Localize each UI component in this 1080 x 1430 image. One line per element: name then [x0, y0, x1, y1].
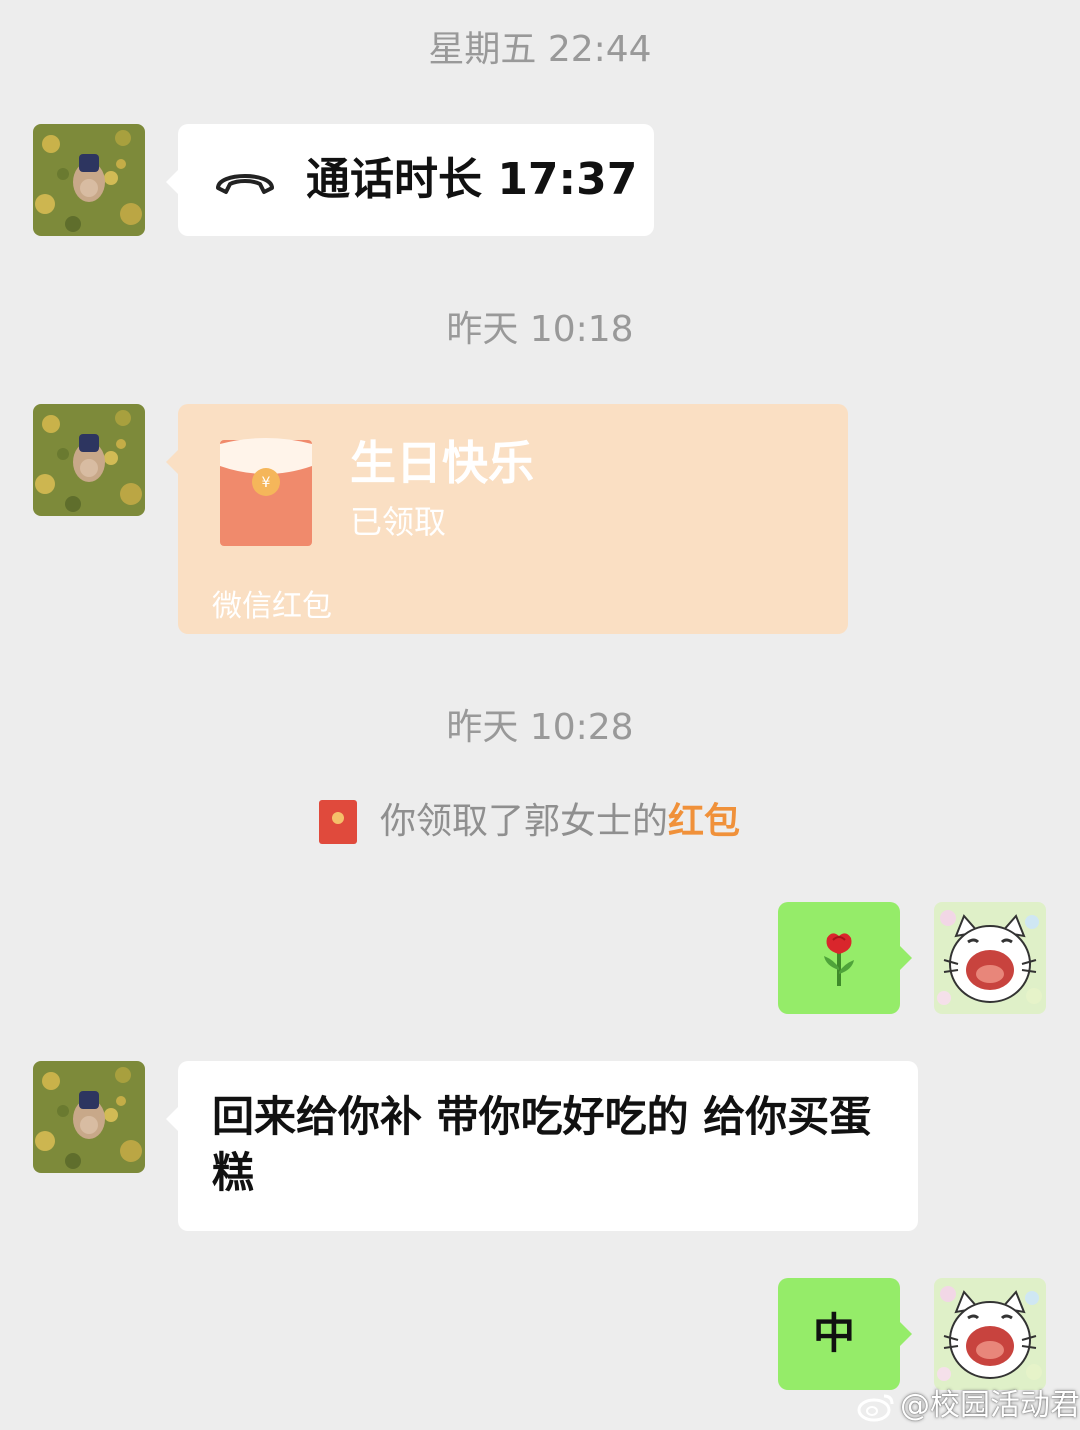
red-packet-link[interactable]: 红包	[668, 801, 740, 842]
sent-text-bubble[interactable]: 中	[778, 1278, 912, 1390]
my-avatar[interactable]	[934, 1278, 1046, 1390]
received-message-text: 回来给你补 带你吃好吃的 给你买蛋糕	[212, 1092, 872, 1197]
red-packet-card[interactable]: ¥ 生日快乐 已领取 微信红包	[166, 404, 848, 634]
contact-avatar[interactable]	[33, 124, 145, 236]
dog-photo-icon	[33, 124, 145, 236]
dog-photo-icon	[33, 1061, 145, 1173]
red-envelope-icon: ¥	[220, 438, 312, 546]
system-notice-text: 你领取了郭女士的	[380, 801, 669, 842]
crying-cat-icon	[934, 1278, 1046, 1390]
red-packet-title: 生日快乐	[350, 436, 534, 490]
sent-emoji-bubble[interactable]	[778, 902, 912, 1014]
red-packet-status: 已领取	[350, 503, 447, 541]
call-duration-text: 通话时长 17:37	[306, 154, 638, 205]
red-envelope-small-icon	[319, 800, 357, 844]
contact-avatar[interactable]	[33, 404, 145, 516]
dog-photo-icon	[33, 404, 145, 516]
weibo-icon	[857, 1394, 894, 1422]
crying-cat-icon	[934, 902, 1046, 1014]
received-text-bubble[interactable]: 回来给你补 带你吃好吃的 给你买蛋糕	[166, 1061, 918, 1231]
rose-icon	[824, 933, 854, 986]
red-packet-footer: 微信红包	[212, 589, 332, 624]
coin-symbol: ¥	[262, 475, 271, 491]
call-record-bubble[interactable]: 通话时长 17:37	[166, 124, 654, 236]
watermark-text: @校园活动君	[900, 1388, 1080, 1423]
timestamp: 昨天 10:18	[446, 309, 634, 350]
phone-hangup-icon	[216, 174, 274, 194]
timestamp: 昨天 10:28	[446, 707, 634, 748]
timestamp: 星期五 22:44	[428, 29, 652, 70]
my-avatar[interactable]	[934, 902, 1046, 1014]
sent-message-text: 中	[812, 1309, 855, 1358]
contact-avatar[interactable]	[33, 1061, 145, 1173]
